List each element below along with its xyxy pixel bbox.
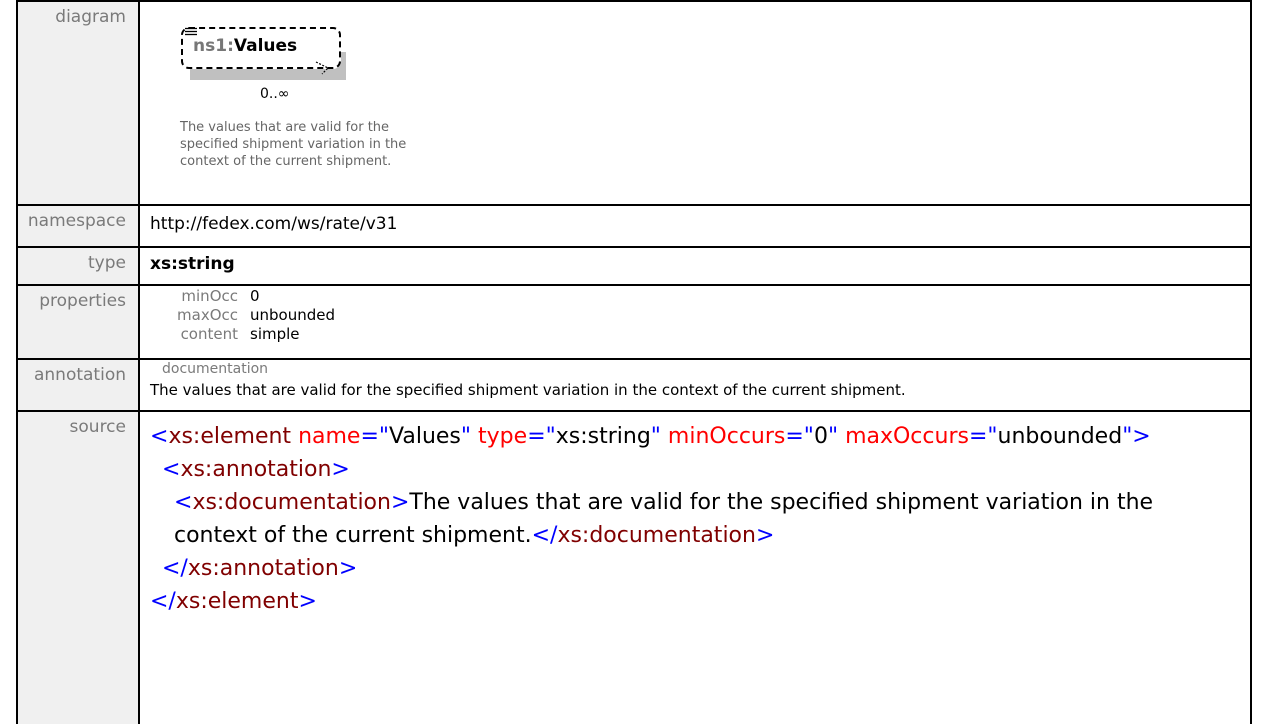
element-separator: :: [227, 36, 234, 56]
properties-cell: minOcc 0 maxOcc unbounded content simple: [138, 284, 1252, 360]
properties-list: minOcc 0 maxOcc unbounded content simple: [150, 286, 1240, 344]
annotation-label: annotation: [16, 358, 140, 412]
type-value: xs:string: [150, 254, 235, 274]
type-cell: xs:string: [138, 246, 1252, 286]
source-cell: <xs:element name="Values" type="xs:strin…: [138, 410, 1252, 724]
annotation-cell: documentation The values that are valid …: [138, 358, 1252, 412]
source-line-element-open: <xs:element name="Values" type="xs:strin…: [150, 424, 1151, 449]
source-row: source <xs:element name="Values" type="x…: [16, 410, 1252, 724]
type-row: type xs:string: [16, 246, 1252, 286]
property-key: maxOcc: [177, 306, 238, 324]
diagram-label: diagram: [16, 0, 140, 206]
namespace-label: namespace: [16, 204, 140, 248]
diagram-cell: ns1:Values 0..∞ The values that are vali…: [138, 0, 1252, 206]
namespace-row: namespace http://fedex.com/ws/rate/v31: [16, 204, 1252, 248]
property-value: simple: [250, 325, 300, 343]
source-code: <xs:element name="Values" type="xs:strin…: [150, 412, 1240, 618]
source-line-annotation-close: </xs:annotation>: [162, 556, 358, 581]
namespace-cell: http://fedex.com/ws/rate/v31: [138, 204, 1252, 248]
source-line-element-close: </xs:element>: [150, 589, 317, 614]
source-label: source: [16, 410, 140, 724]
properties-row: properties minOcc 0 maxOcc unbounded con…: [16, 284, 1252, 360]
property-value: 0: [250, 287, 260, 305]
property-key: content: [180, 325, 238, 343]
namespace-value: http://fedex.com/ws/rate/v31: [150, 214, 398, 234]
schema-doc-table: diagram ns1:Values 0..∞ The values that: [16, 0, 1252, 724]
properties-label: properties: [16, 284, 140, 360]
source-line-annotation-open: <xs:annotation>: [162, 457, 350, 482]
element-local-name: Values: [233, 36, 298, 56]
property-key: minOcc: [181, 287, 238, 305]
element-diagram: ns1:Values 0..∞ The values that are vali…: [150, 2, 1240, 204]
diagram-documentation: The values that are valid for the specif…: [180, 120, 407, 169]
annotation-text: The values that are valid for the specif…: [150, 381, 906, 399]
element-box[interactable]: ns1:Values: [181, 27, 341, 75]
annotation-key: documentation: [162, 361, 269, 377]
optional-corner-icon: [315, 61, 329, 75]
diagram-row: diagram ns1:Values 0..∞ The values that: [16, 0, 1252, 206]
element-ns-prefix: ns1: [193, 36, 228, 56]
source-line-documentation: <xs:documentation>The values that are va…: [174, 490, 1154, 548]
property-value: unbounded: [250, 306, 335, 324]
type-label: type: [16, 246, 140, 286]
occurrence-label: 0..∞: [260, 86, 290, 102]
element-name: ns1:Values: [193, 36, 297, 56]
annotation-row: annotation documentation The values that…: [16, 358, 1252, 412]
